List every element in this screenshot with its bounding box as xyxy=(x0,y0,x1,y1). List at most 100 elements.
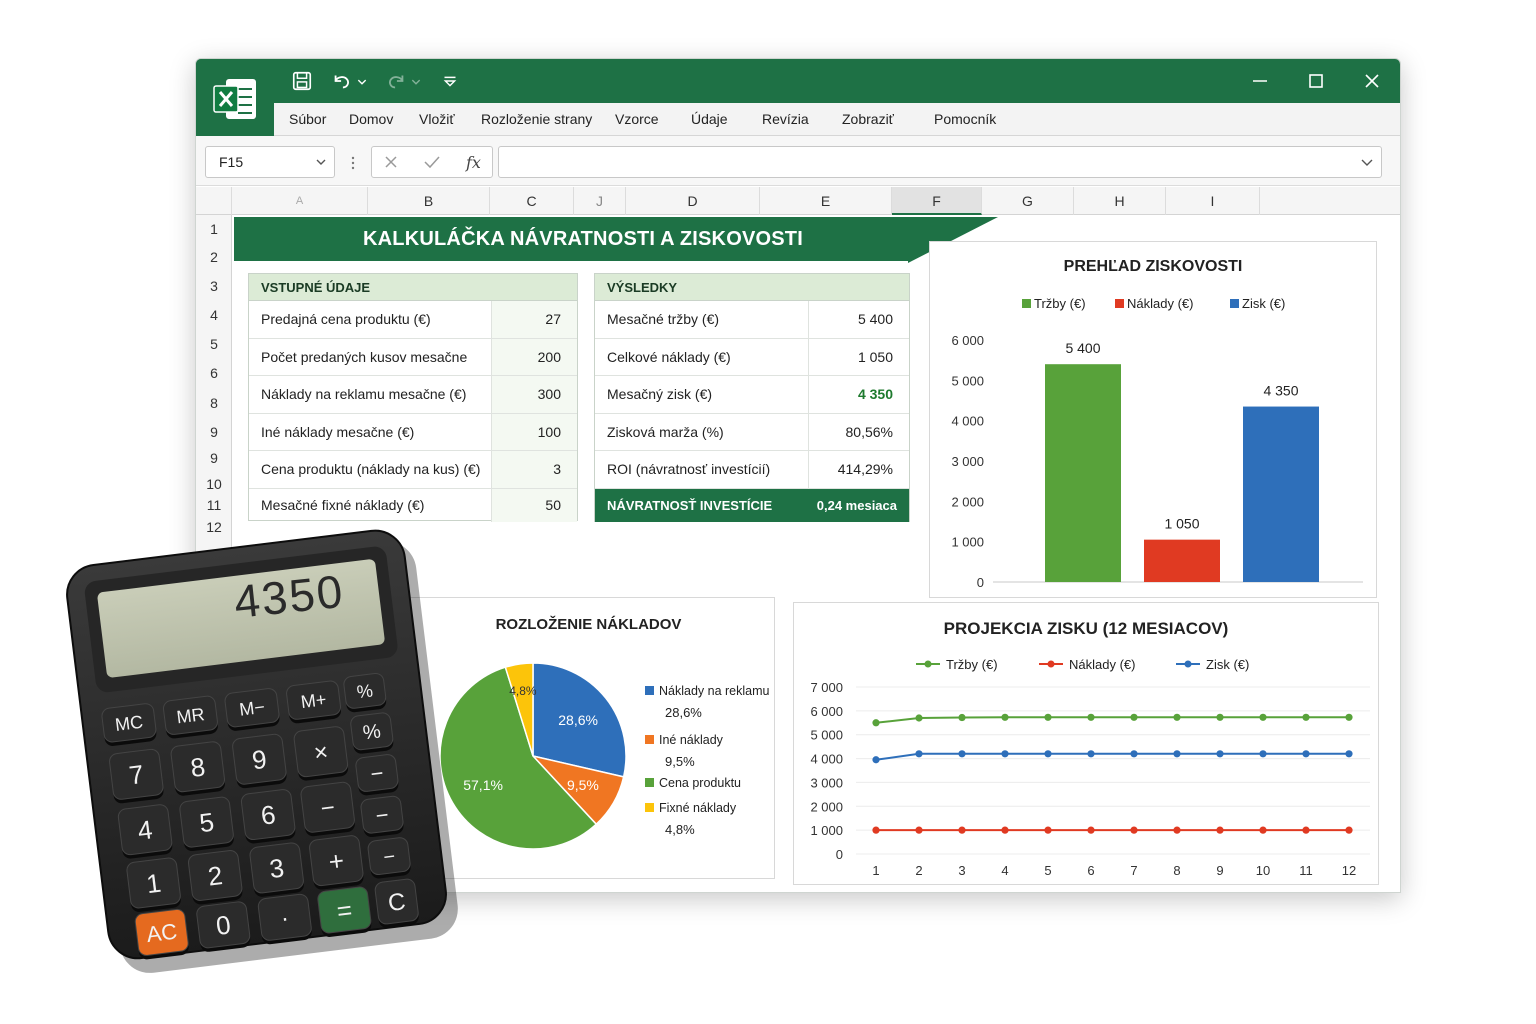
calculator-key[interactable]: 8 xyxy=(170,741,226,797)
calculator-key[interactable]: M+ xyxy=(286,680,342,724)
calculator-key[interactable]: + xyxy=(309,835,365,891)
calculator-key[interactable]: 2 xyxy=(187,850,244,906)
bar-data-label: 1 050 xyxy=(1164,516,1199,532)
calculator-key[interactable]: − xyxy=(367,837,411,880)
data-point xyxy=(1345,713,1353,721)
chevron-down-icon[interactable] xyxy=(316,158,326,166)
line-chart-panel[interactable]: PROJEKCIA ZISKU (12 MESIACOV) Tržby (€) N… xyxy=(793,602,1379,885)
calculator-key[interactable]: MR xyxy=(163,695,219,739)
more-options-icon[interactable] xyxy=(350,156,356,170)
table-row: Mesačné tržby (€) 5 400 xyxy=(595,301,909,339)
input-cell[interactable] xyxy=(491,301,577,338)
menu-data[interactable]: Údaje xyxy=(691,103,728,136)
bar-data-label: 5 400 xyxy=(1065,340,1100,356)
calculator-key[interactable]: 6 xyxy=(240,789,297,845)
legend-label: Fixné náklady xyxy=(659,801,737,815)
column-header-c[interactable]: C xyxy=(490,187,574,215)
calculator-key[interactable]: 4 xyxy=(117,804,173,860)
bar-chart-panel[interactable]: PREHĽAD ZISKOVOSTI Tržby (€) Náklady (€) Z… xyxy=(929,241,1377,598)
menu-page-layout[interactable]: Rozloženie strany xyxy=(481,103,592,136)
menu-review[interactable]: Revízia xyxy=(762,103,809,136)
row-header[interactable]: 3 xyxy=(196,278,232,294)
row-header[interactable]: 6 xyxy=(196,365,232,381)
data-point xyxy=(958,750,966,758)
save-icon[interactable] xyxy=(290,70,314,92)
calculator-key[interactable]: M− xyxy=(224,688,280,732)
calculator-key[interactable]: 5 xyxy=(179,796,235,852)
column-header-f[interactable]: F xyxy=(892,187,982,215)
column-header-d[interactable]: D xyxy=(626,187,760,215)
legend-marker xyxy=(1047,660,1055,668)
row-header[interactable]: 9 xyxy=(196,424,232,440)
calculator-key[interactable]: 9 xyxy=(232,733,288,789)
row-header[interactable]: 10 xyxy=(196,476,232,492)
column-header-b[interactable]: B xyxy=(368,187,490,215)
calculator-key[interactable]: AC xyxy=(134,908,189,961)
calculator-key[interactable]: − xyxy=(300,781,356,837)
close-icon[interactable] xyxy=(1360,69,1384,93)
enter-check-icon[interactable] xyxy=(424,155,440,169)
row-header[interactable]: 9 xyxy=(196,450,232,466)
calculator-key[interactable]: = xyxy=(317,886,372,938)
profit-value: 4 350 xyxy=(857,386,893,402)
calculator-key[interactable]: % xyxy=(343,672,387,714)
redo-icon[interactable] xyxy=(384,70,408,92)
customize-toolbar-icon[interactable] xyxy=(438,70,462,92)
row-header[interactable]: 1 xyxy=(196,221,232,237)
column-header-i[interactable]: I xyxy=(1166,187,1260,215)
cancel-icon[interactable] xyxy=(384,155,398,169)
undo-dropdown-icon[interactable] xyxy=(356,70,368,92)
column-header-e[interactable]: E xyxy=(760,187,892,215)
calculator-key[interactable]: − xyxy=(360,795,404,838)
input-cell[interactable] xyxy=(491,413,577,450)
menu-help[interactable]: Pomocník xyxy=(934,103,996,136)
input-cell[interactable] xyxy=(491,338,577,375)
calculator-key[interactable]: 3 xyxy=(249,842,305,898)
input-cell[interactable] xyxy=(491,488,577,522)
menu-formulas[interactable]: Vzorce xyxy=(615,103,659,136)
payback-row: NÁVRATNOSŤ INVESTÍCIE 0,24 mesiaca xyxy=(595,488,909,522)
minimize-icon[interactable] xyxy=(1248,69,1272,93)
calculator-key[interactable]: C xyxy=(374,878,419,929)
formula-input[interactable] xyxy=(498,146,1382,178)
undo-icon[interactable] xyxy=(330,70,354,92)
expand-formula-chevron-icon[interactable] xyxy=(1361,159,1373,167)
redo-dropdown-icon[interactable] xyxy=(410,70,422,92)
y-tick-label: 4 000 xyxy=(810,752,843,767)
bar xyxy=(1144,539,1220,582)
calculator-key[interactable]: MC xyxy=(101,703,157,747)
input-cell[interactable] xyxy=(491,451,577,488)
calculator-key[interactable]: × xyxy=(293,726,349,782)
column-header-j[interactable]: J xyxy=(574,187,626,215)
row-header[interactable]: 5 xyxy=(196,336,232,352)
y-tick-label: 3 000 xyxy=(810,775,843,790)
calculator-key[interactable]: − xyxy=(355,754,399,797)
row-header[interactable]: 11 xyxy=(196,497,232,513)
column-header-a[interactable]: A xyxy=(232,187,368,215)
pie-chart-panel[interactable]: ROZLOŽENIE NÁKLADOV 28,6% 9,5% 57,1% 4,8% Ná… xyxy=(402,597,775,879)
menu-insert[interactable]: Vložiť xyxy=(419,103,455,136)
calculator-key[interactable]: 7 xyxy=(109,748,165,804)
table-row: Celkové náklady (€) 1 050 xyxy=(595,338,909,376)
data-point xyxy=(1087,826,1095,834)
maximize-icon[interactable] xyxy=(1304,69,1328,93)
menu-file[interactable]: Súbor xyxy=(289,103,326,136)
name-box[interactable]: F15 xyxy=(205,146,335,178)
column-header-g[interactable]: G xyxy=(982,187,1074,215)
calculator-key[interactable]: 0 xyxy=(196,901,251,953)
menu-view[interactable]: Zobraziť xyxy=(842,103,894,136)
row-header[interactable]: 4 xyxy=(196,307,232,323)
y-tick-label: 2 000 xyxy=(951,494,984,509)
insert-function-icon[interactable]: fx xyxy=(466,153,481,172)
input-cell[interactable] xyxy=(491,376,577,413)
menu-home[interactable]: Domov xyxy=(349,103,393,136)
row-header[interactable]: 8 xyxy=(196,395,232,411)
row-header[interactable]: 12 xyxy=(196,519,232,535)
calculator-key[interactable]: 1 xyxy=(126,857,182,913)
column-header-h[interactable]: H xyxy=(1074,187,1166,215)
y-tick-label: 0 xyxy=(977,575,984,590)
select-all-corner[interactable] xyxy=(196,187,232,215)
row-header[interactable]: 2 xyxy=(196,249,232,265)
calculator-key[interactable]: % xyxy=(350,712,394,755)
calculator-key[interactable]: · xyxy=(257,893,312,945)
